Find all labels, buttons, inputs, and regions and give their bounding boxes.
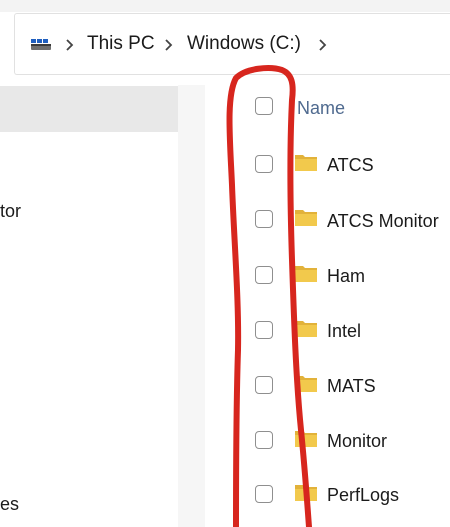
file-list-item-name[interactable]: Ham (327, 265, 365, 287)
file-list-item-name[interactable]: Intel (327, 320, 361, 342)
navigation-pane[interactable] (0, 85, 180, 527)
folder-icon (295, 321, 317, 337)
chevron-right-icon (66, 39, 74, 51)
chevron-right-icon[interactable] (163, 39, 173, 51)
folder-icon (295, 266, 317, 282)
file-list-item-name[interactable]: ATCS Monitor (327, 210, 439, 232)
folder-icon (295, 155, 317, 171)
folder-icon (295, 485, 317, 501)
drive-icon[interactable] (28, 36, 52, 52)
nav-item-fragment[interactable]: es (0, 493, 19, 515)
chevron-right-icon[interactable] (317, 39, 327, 51)
file-list-item-name[interactable]: ATCS (327, 154, 374, 176)
row-checkbox[interactable] (255, 431, 273, 449)
nav-item-selected[interactable] (0, 86, 178, 132)
folder-icon (295, 376, 317, 392)
row-checkbox[interactable] (255, 485, 273, 503)
file-list-item-name[interactable]: PerfLogs (327, 484, 399, 506)
breadcrumb-item-windows-c[interactable]: Windows (C:) (187, 33, 301, 55)
row-checkbox[interactable] (255, 155, 273, 173)
row-checkbox[interactable] (255, 376, 273, 394)
file-list-item-name[interactable]: Monitor (327, 430, 387, 452)
row-checkbox[interactable] (255, 210, 273, 228)
column-header-name[interactable]: Name (297, 97, 345, 119)
nav-pane-scroll-gutter (178, 85, 205, 527)
folder-icon (295, 431, 317, 447)
row-checkbox[interactable] (255, 321, 273, 339)
row-checkbox[interactable] (255, 266, 273, 284)
nav-item-fragment[interactable]: tor (0, 200, 21, 222)
breadcrumb-item-this-pc[interactable]: This PC (87, 33, 155, 55)
file-list-item-name[interactable]: MATS (327, 375, 376, 397)
folder-icon (295, 210, 317, 226)
title-strip (0, 0, 450, 12)
select-all-checkbox[interactable] (255, 97, 273, 115)
